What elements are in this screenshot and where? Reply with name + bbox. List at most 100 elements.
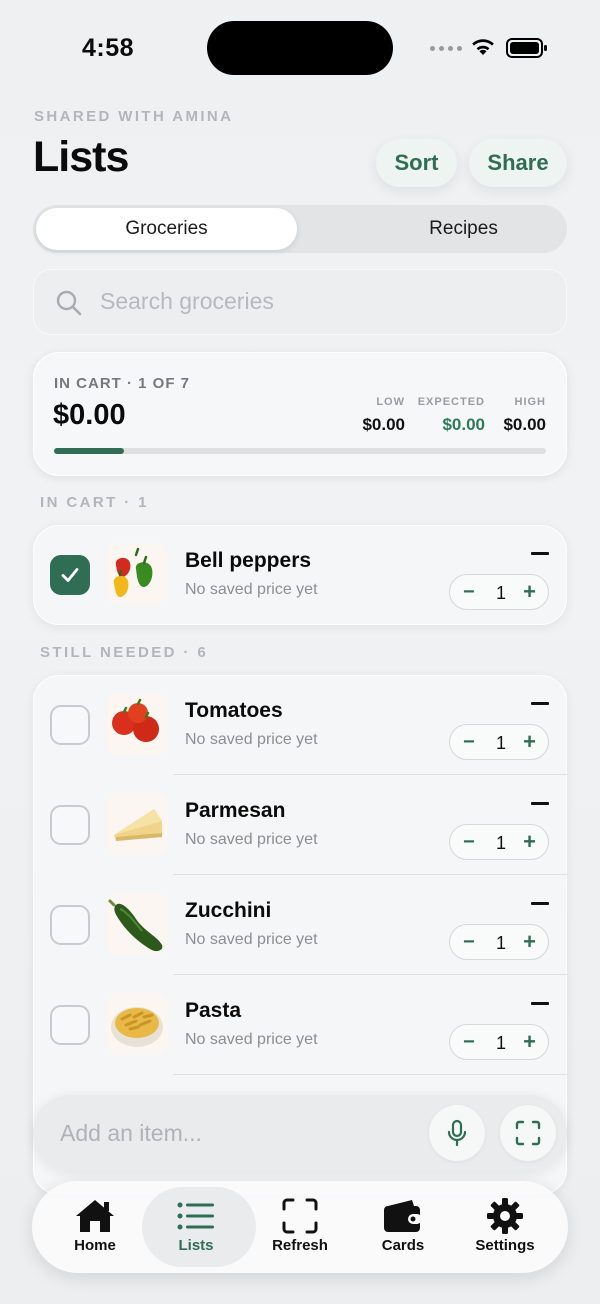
gear-icon <box>486 1197 524 1235</box>
bell-peppers-image <box>106 543 168 605</box>
shared-with-label: SHARED WITH AMINA <box>34 108 234 125</box>
search-input[interactable]: Search groceries <box>33 269 567 335</box>
cart-progress-bar <box>54 448 546 454</box>
item-name: Pasta <box>185 999 242 1022</box>
item-price: No saved price yet <box>185 1031 318 1048</box>
search-placeholder: Search groceries <box>100 288 274 314</box>
quantity-stepper: − 1 + <box>449 574 549 610</box>
decrease-quantity-button[interactable]: − <box>463 832 475 852</box>
quantity-stepper: − 1 + <box>449 1024 549 1060</box>
quantity-value: 1 <box>495 833 506 853</box>
parmesan-image <box>106 793 168 855</box>
remove-item-button[interactable] <box>531 702 549 705</box>
pasta-image <box>106 993 168 1055</box>
list-type-segmented-control: Groceries Recipes <box>33 205 567 253</box>
tab-settings-label: Settings <box>475 1237 535 1254</box>
increase-quantity-button[interactable]: + <box>523 731 536 753</box>
tab-recipes[interactable]: Recipes <box>333 208 594 250</box>
list-item[interactable]: Pasta No saved price yet − 1 + <box>33 975 567 1075</box>
checkmark-icon <box>61 568 79 582</box>
battery-icon <box>506 38 547 58</box>
tab-home[interactable]: Home <box>50 1181 140 1273</box>
item-name: Parmesan <box>185 799 286 822</box>
in-cart-list: Bell peppers No saved price yet − 1 + <box>33 525 567 625</box>
item-name: Bell peppers <box>185 549 312 572</box>
list-item[interactable]: Parmesan No saved price yet − 1 + <box>33 775 567 875</box>
item-checkbox[interactable] <box>50 705 90 745</box>
remove-item-button[interactable] <box>531 1002 549 1005</box>
estimate-high: HIGH $0.00 <box>503 396 546 435</box>
quantity-value: 1 <box>495 933 506 953</box>
item-price: No saved price yet <box>185 731 318 748</box>
estimate-low-value: $0.00 <box>362 415 405 434</box>
item-checkbox[interactable] <box>50 1005 90 1045</box>
quantity-value: 1 <box>495 583 506 603</box>
share-button[interactable]: Share <box>469 139 567 187</box>
estimate-expected-value: $0.00 <box>442 415 485 434</box>
bottom-tab-bar: Home Lists Refresh Cards Settings <box>32 1181 568 1273</box>
increase-quantity-button[interactable]: + <box>523 931 536 953</box>
remove-item-button[interactable] <box>531 902 549 905</box>
quantity-stepper: − 1 + <box>449 824 549 860</box>
list-icon <box>176 1197 216 1235</box>
item-price: No saved price yet <box>185 581 318 598</box>
tab-refresh[interactable]: Refresh <box>254 1181 346 1273</box>
tab-refresh-label: Refresh <box>272 1237 328 1254</box>
tomatoes-image <box>106 693 168 755</box>
estimate-expected: EXPECTED $0.00 <box>418 396 485 435</box>
voice-input-button[interactable] <box>429 1105 485 1161</box>
quantity-value: 1 <box>495 1033 506 1053</box>
row-divider <box>173 1074 567 1075</box>
item-name: Zucchini <box>185 899 272 922</box>
list-item[interactable]: Tomatoes No saved price yet − 1 + <box>33 675 567 775</box>
cellular-signal-icon <box>430 46 462 51</box>
tab-lists[interactable]: Lists <box>150 1181 242 1273</box>
microphone-icon <box>447 1119 467 1147</box>
tab-home-label: Home <box>74 1237 116 1254</box>
item-price: No saved price yet <box>185 831 318 848</box>
cart-progress-fill <box>54 448 125 454</box>
estimate-low-label: LOW <box>376 396 405 408</box>
zucchini-image <box>106 893 168 955</box>
add-item-bar: Add an item... <box>33 1095 567 1171</box>
increase-quantity-button[interactable]: + <box>523 581 536 603</box>
item-checkbox[interactable] <box>50 905 90 945</box>
search-icon <box>56 290 82 316</box>
estimate-low: LOW $0.00 <box>362 396 405 435</box>
list-item[interactable]: Bell peppers No saved price yet − 1 + <box>33 525 567 625</box>
decrease-quantity-button[interactable]: − <box>463 932 475 952</box>
sort-button[interactable]: Sort <box>376 139 457 187</box>
tab-groceries[interactable]: Groceries <box>36 208 297 250</box>
increase-quantity-button[interactable]: + <box>523 1031 536 1053</box>
cart-progress-label: IN CART · 1 OF 7 <box>54 375 191 392</box>
decrease-quantity-button[interactable]: − <box>463 1032 475 1052</box>
tab-cards-label: Cards <box>381 1237 425 1254</box>
cart-total: $0.00 <box>53 399 126 431</box>
remove-item-button[interactable] <box>531 802 549 805</box>
wifi-icon <box>472 39 494 55</box>
house-icon <box>74 1197 116 1235</box>
tab-cards[interactable]: Cards <box>358 1181 448 1273</box>
decrease-quantity-button[interactable]: − <box>463 582 475 602</box>
in-cart-section-header: IN CART · 1 <box>40 494 149 511</box>
still-needed-section-header: STILL NEEDED · 6 <box>40 644 209 661</box>
tab-settings[interactable]: Settings <box>460 1181 550 1273</box>
wallet-icon <box>382 1197 424 1235</box>
page-title: Lists <box>33 133 129 181</box>
cart-summary-card: IN CART · 1 OF 7 $0.00 LOW $0.00 EXPECTE… <box>33 352 567 476</box>
scan-button[interactable] <box>500 1105 556 1161</box>
quantity-value: 1 <box>495 733 506 753</box>
remove-item-button[interactable] <box>531 552 549 555</box>
item-checkbox[interactable] <box>50 805 90 845</box>
estimate-expected-label: EXPECTED <box>417 396 485 408</box>
status-bar: 4:58 <box>0 0 600 96</box>
add-item-input[interactable]: Add an item... <box>60 1120 202 1147</box>
list-item[interactable]: Zucchini No saved price yet − 1 + <box>33 875 567 975</box>
dynamic-island <box>207 21 393 75</box>
item-name: Tomatoes <box>185 699 283 722</box>
item-checkbox[interactable] <box>50 555 90 595</box>
decrease-quantity-button[interactable]: − <box>463 732 475 752</box>
increase-quantity-button[interactable]: + <box>523 831 536 853</box>
estimate-high-label: HIGH <box>514 396 546 408</box>
quantity-stepper: − 1 + <box>449 724 549 760</box>
